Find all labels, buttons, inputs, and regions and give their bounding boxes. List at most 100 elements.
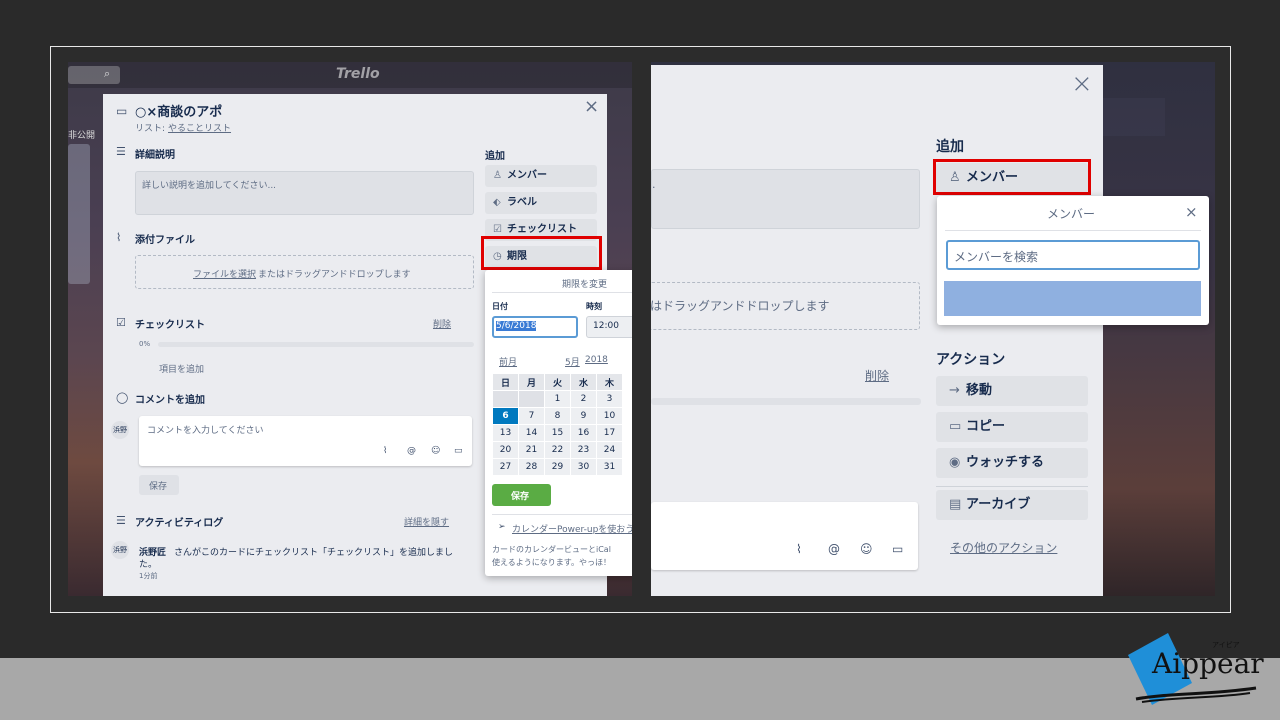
attach-icon[interactable]: ⌇ [383,446,387,456]
card-title[interactable]: ○×商談のアポ [135,101,222,120]
divider [492,292,632,293]
month-select[interactable]: 5月 [565,355,580,368]
calendar-day[interactable]: 14 [518,424,545,442]
checklist-delete-link[interactable]: 削除 [865,367,889,384]
date-label: 日付 [492,302,508,311]
close-icon[interactable]: × [1185,203,1198,221]
calendar-day[interactable]: 2 [570,390,597,408]
calendar-day[interactable]: 31 [596,458,623,476]
calendar-day[interactable]: 29 [544,458,571,476]
card-link-icon[interactable]: ▭ [454,446,463,456]
date-input-value: 5/6/2018 [496,321,537,331]
calendar-day[interactable]: 28 [518,458,545,476]
description-heading: 詳細説明 [135,150,175,161]
time-input[interactable]: 12:00 [586,316,632,338]
watch-button[interactable]: ◉ ウォッチする [936,448,1088,478]
calendar-day[interactable]: 13 [492,424,519,442]
calendar-day[interactable]: 16 [570,424,597,442]
avatar[interactable]: 浜野 [111,541,129,559]
year-select[interactable]: 2018 [585,355,608,365]
calendar-day[interactable]: 10 [596,407,623,425]
calendar-empty-cell [492,390,519,408]
calendar-day[interactable]: 3 [596,390,623,408]
watch-label: ウォッチする [966,455,1045,470]
move-button[interactable]: → 移動 [936,376,1088,406]
calendar-day[interactable]: 6 [492,407,519,425]
calendar-day[interactable]: 15 [544,424,571,442]
member-search-input[interactable]: メンバーを検索 [946,240,1200,270]
calendar-day[interactable]: 9 [570,407,597,425]
attachment-dropzone[interactable]: はドラッグアンドドロップします [651,282,920,330]
board-search-box[interactable] [68,66,120,84]
card-icon: ▭ [116,104,128,118]
aippear-logo: アイピア Aippear [1128,633,1268,708]
member-result-highlight[interactable] [944,281,1201,316]
calendar-day[interactable]: 27 [492,458,519,476]
calendar-day[interactable]: 20 [492,441,519,459]
avatar[interactable]: 浜野 [111,421,129,439]
emoji-icon[interactable]: ☺ [860,542,873,556]
weekday-header: 月 [518,373,545,391]
comment-icon: ◯ [116,391,129,404]
attach-icon[interactable]: ⌇ [796,542,802,556]
copy-button[interactable]: ▭ コピー [936,412,1088,442]
background-header [1103,98,1165,136]
checklist-percent: 0% [139,340,151,348]
activity-hide-link[interactable]: 詳細を隠す [404,515,449,528]
calendar-week: 13 14 15 16 17 [492,424,623,442]
left-screenshot: ⌕ Trello 非公開 ▭ ○×商談のアポ リスト: やることリスト × ☰ … [68,62,632,596]
add-member-button[interactable]: ♙ メンバー [485,165,597,187]
activity-text-cont: た。 [139,560,158,570]
calendar-day[interactable]: 21 [518,441,545,459]
checkbox-icon: ☑ [116,316,126,329]
weekday-header: 水 [570,373,597,391]
attachment-select-link[interactable]: ファイルを選択 [193,267,256,280]
calendar-day[interactable]: 8 [544,407,571,425]
date-input[interactable]: 5/6/2018 [492,316,578,338]
comment-save-button[interactable]: 保存 [139,475,179,495]
activity-text: さんがこのカードにチェックリスト「チェックリスト」を追加しまし [174,548,454,558]
checklist-add-item[interactable]: 項目を追加 [159,362,204,375]
arrow-right-icon: → [949,383,960,398]
weekday-header: 日 [492,373,519,391]
trello-logo[interactable]: Trello [336,66,380,82]
checklist-delete-link[interactable]: 削除 [433,317,451,330]
member-popover: メンバー × メンバーを検索 [937,196,1209,325]
add-label-label: ラベル [507,197,537,208]
attachment-dropzone[interactable]: ファイルを選択 またはドラッグアンドドロップします [135,255,474,289]
list-name-link[interactable]: やることリスト [168,121,231,134]
calendar-day[interactable]: 17 [596,424,623,442]
calendar-day[interactable]: 23 [570,441,597,459]
description-field[interactable]: . [651,169,920,229]
comment-input[interactable]: コメントを入力してください ⌇ @ ☺ ▭ [139,416,472,466]
calendar-day[interactable]: 1 [544,390,571,408]
more-actions-link[interactable]: その他のアクション [950,539,1057,556]
calendar-day[interactable]: 30 [570,458,597,476]
close-icon[interactable]: × [584,96,599,117]
card-link-icon[interactable]: ▭ [892,542,903,556]
archive-button[interactable]: ▤ アーカイブ [936,490,1088,520]
search-icon[interactable]: ⌕ [104,67,110,81]
attachment-heading: 添付ファイル [135,235,195,246]
calendar-grid: 日月火水木 1 2 3 6 7 8 9 10 13 14 15 16 17 20 21 22 23 24 27 28 2… [492,373,623,476]
mention-icon[interactable]: @ [407,446,416,456]
close-icon[interactable]: × [1071,69,1093,99]
add-label-button[interactable]: ⬖ ラベル [485,192,597,214]
emoji-icon[interactable]: ☺ [431,446,440,456]
prev-month-link[interactable]: 前月 [499,355,517,368]
calendar-day[interactable]: 7 [518,407,545,425]
time-input-value: 12:00 [593,321,619,331]
action-heading: アクション [936,352,1006,368]
description-field[interactable]: 詳しい説明を追加してください... [135,171,474,215]
checklist-heading: チェックリスト [135,320,205,331]
archive-icon: ▤ [949,497,962,512]
calendar-day[interactable]: 22 [544,441,571,459]
powerup-link[interactable]: カレンダーPower-upを使おう [512,522,632,535]
mention-icon[interactable]: @ [828,542,840,556]
comment-input[interactable]: ⌇ @ ☺ ▭ [651,502,918,570]
due-save-button[interactable]: 保存 [492,484,551,506]
calendar-day[interactable]: 24 [596,441,623,459]
divider [492,514,632,515]
highlight-due-button [481,236,602,270]
checklist-progress-bar [158,342,474,347]
